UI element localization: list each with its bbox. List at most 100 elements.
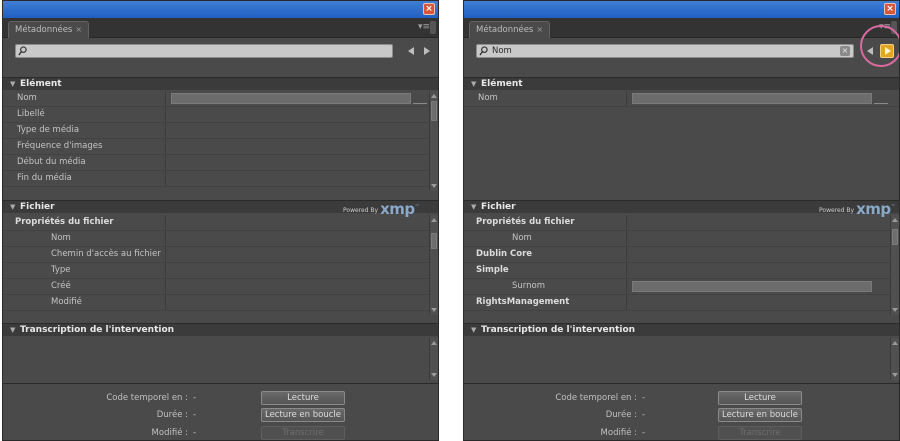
metadata-row[interactable]: Nom bbox=[464, 231, 890, 247]
scroll-down-icon[interactable] bbox=[892, 308, 898, 312]
previous-result-icon[interactable] bbox=[408, 47, 414, 55]
tab-close-icon[interactable]: × bbox=[75, 25, 82, 34]
next-result-icon[interactable] bbox=[424, 47, 430, 55]
collapse-triangle-icon[interactable]: ▼ bbox=[471, 201, 481, 213]
section-header-fichier[interactable]: ▼ Fichier Powered By xmp™ bbox=[3, 200, 438, 217]
metadata-label: Nom bbox=[512, 233, 532, 243]
metadata-label: Surnom bbox=[512, 281, 545, 291]
metadata-row[interactable]: Fin du média bbox=[3, 171, 429, 187]
section-title: Elément bbox=[20, 79, 62, 89]
metadata-row[interactable]: Libellé bbox=[3, 107, 429, 123]
panel-tab-bar: Métadonnées × ▾≡ bbox=[464, 18, 899, 38]
play-button[interactable]: Lecture bbox=[261, 391, 345, 405]
window-titlebar: × bbox=[3, 1, 438, 18]
column-divider bbox=[165, 279, 166, 294]
scroll-thumb[interactable] bbox=[892, 229, 898, 245]
scroll-down-icon[interactable] bbox=[892, 373, 898, 377]
section-title: Elément bbox=[481, 79, 523, 89]
tab-metadata[interactable]: Métadonnées × bbox=[469, 21, 551, 38]
fichier-scrollbar[interactable] bbox=[890, 215, 899, 315]
metadata-row[interactable]: Dublin Core bbox=[464, 247, 890, 263]
transcribe-button[interactable]: Transcrire bbox=[261, 426, 345, 440]
modified-value: - bbox=[642, 428, 646, 438]
field-menu-icon[interactable] bbox=[413, 93, 427, 104]
search-input[interactable]: Nom × bbox=[476, 44, 854, 58]
close-icon[interactable]: × bbox=[423, 3, 435, 15]
scroll-thumb[interactable] bbox=[431, 233, 437, 249]
metadata-row[interactable]: Type bbox=[3, 263, 429, 279]
metadata-row[interactable]: Chemin d'accès au fichier bbox=[3, 247, 429, 263]
search-value: Nom bbox=[492, 46, 512, 56]
loop-play-button[interactable]: Lecture en boucle bbox=[261, 408, 345, 422]
metadata-row[interactable]: Propriétés du fichier bbox=[464, 215, 890, 231]
metadata-value-field[interactable] bbox=[632, 93, 872, 104]
section-title: Fichier bbox=[20, 202, 55, 212]
column-divider bbox=[165, 107, 166, 122]
scroll-thumb[interactable] bbox=[431, 101, 437, 121]
metadata-row[interactable]: Simple bbox=[464, 263, 890, 279]
column-divider bbox=[165, 295, 166, 310]
section-header-element[interactable]: ▼ Elément bbox=[464, 77, 899, 90]
metadata-label: Type de média bbox=[17, 125, 80, 135]
scroll-down-icon[interactable] bbox=[431, 184, 437, 188]
panel-menu-icon[interactable]: ▾≡ bbox=[418, 22, 430, 32]
column-divider bbox=[626, 91, 627, 106]
column-divider bbox=[165, 247, 166, 262]
loop-play-button[interactable]: Lecture en boucle bbox=[718, 408, 802, 422]
metadata-row[interactable]: Surnom bbox=[464, 279, 890, 295]
scroll-up-icon[interactable] bbox=[892, 341, 898, 345]
collapse-triangle-icon[interactable]: ▼ bbox=[471, 324, 481, 336]
search-icon bbox=[479, 46, 488, 56]
search-input[interactable] bbox=[15, 44, 393, 58]
metadata-row[interactable]: Fréquence d'images bbox=[3, 139, 429, 155]
close-icon[interactable]: × bbox=[884, 3, 896, 15]
metadata-value-field[interactable] bbox=[171, 93, 411, 104]
highlight-circle bbox=[860, 25, 899, 67]
tab-scroll-handle[interactable] bbox=[430, 21, 436, 34]
scroll-up-icon[interactable] bbox=[431, 341, 437, 345]
metadata-row[interactable]: Créé bbox=[3, 279, 429, 295]
column-divider bbox=[165, 171, 166, 186]
metadata-row[interactable]: Nom bbox=[3, 231, 429, 247]
clear-search-icon[interactable]: × bbox=[840, 46, 850, 56]
collapse-triangle-icon[interactable]: ▼ bbox=[471, 78, 481, 90]
tab-label: Métadonnées bbox=[15, 25, 73, 35]
transcribe-button[interactable]: Transcrire bbox=[718, 426, 802, 440]
tab-metadata[interactable]: Métadonnées × bbox=[8, 21, 90, 38]
play-button[interactable]: Lecture bbox=[718, 391, 802, 405]
column-divider bbox=[165, 123, 166, 138]
metadata-row[interactable]: Type de média bbox=[3, 123, 429, 139]
section-header-element[interactable]: ▼ Elément bbox=[3, 77, 438, 90]
scroll-down-icon[interactable] bbox=[431, 308, 437, 312]
metadata-label: Nom bbox=[478, 93, 498, 103]
metadata-row[interactable]: Nom bbox=[3, 91, 429, 107]
scroll-down-icon[interactable] bbox=[431, 373, 437, 377]
metadata-row[interactable]: RightsManagement bbox=[464, 295, 890, 311]
field-menu-icon[interactable] bbox=[874, 93, 888, 104]
metadata-row[interactable]: Propriétés du fichier bbox=[3, 215, 429, 231]
scroll-up-icon[interactable] bbox=[892, 218, 898, 222]
element-scrollbar[interactable] bbox=[429, 91, 438, 191]
metadata-row[interactable]: Modifié bbox=[3, 295, 429, 311]
metadata-label: RightsManagement bbox=[476, 297, 570, 307]
metadata-value-field[interactable] bbox=[632, 281, 872, 292]
column-divider bbox=[626, 279, 627, 294]
metadata-row[interactable]: Début du média bbox=[3, 155, 429, 171]
metadata-label: Nom bbox=[51, 233, 71, 243]
section-header-transcription[interactable]: ▼ Transcription de l'intervention bbox=[464, 323, 899, 336]
transcription-scrollbar[interactable] bbox=[429, 338, 438, 380]
fichier-scrollbar[interactable] bbox=[429, 215, 438, 315]
collapse-triangle-icon[interactable]: ▼ bbox=[10, 324, 20, 336]
scroll-up-icon[interactable] bbox=[431, 218, 437, 222]
tab-close-icon[interactable]: × bbox=[536, 25, 543, 34]
section-header-fichier[interactable]: ▼ Fichier Powered By xmp™ bbox=[464, 200, 899, 217]
metadata-label: Propriétés du fichier bbox=[476, 217, 575, 227]
metadata-label: Dublin Core bbox=[476, 249, 533, 259]
scroll-up-icon[interactable] bbox=[431, 94, 437, 98]
section-header-transcription[interactable]: ▼ Transcription de l'intervention bbox=[3, 323, 438, 336]
collapse-triangle-icon[interactable]: ▼ bbox=[10, 78, 20, 90]
metadata-row[interactable]: Nom bbox=[464, 91, 899, 107]
search-row: Nom × bbox=[464, 39, 899, 63]
collapse-triangle-icon[interactable]: ▼ bbox=[10, 201, 20, 213]
transcription-scrollbar[interactable] bbox=[890, 338, 899, 380]
